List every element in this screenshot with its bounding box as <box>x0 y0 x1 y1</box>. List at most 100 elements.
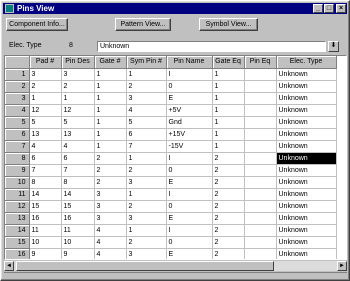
grid-cell[interactable] <box>244 200 277 213</box>
grid-cell[interactable]: I <box>166 152 213 165</box>
grid-cell[interactable]: 10 <box>29 236 62 249</box>
grid-cell[interactable]: 9 <box>29 248 62 259</box>
grid-cell[interactable]: 3 <box>29 68 62 81</box>
row-header[interactable]: 2 <box>5 80 30 93</box>
row-header[interactable]: 10 <box>5 176 30 189</box>
column-header[interactable]: Pin Des <box>61 56 95 69</box>
grid-cell[interactable]: Unknown <box>276 164 337 177</box>
grid-cell[interactable]: 2 <box>61 80 95 93</box>
row-header[interactable]: 11 <box>5 188 30 201</box>
grid-cell[interactable]: 4 <box>61 140 95 153</box>
table-row[interactable]: 14 11 11 4 1 I 2 Unknown <box>5 224 337 237</box>
table-row[interactable]: 10 8 8 2 3 E 2 Unknown <box>5 176 337 189</box>
pattern-view-button[interactable]: Pattern View... <box>115 18 171 31</box>
grid-cell[interactable]: 3 <box>126 176 167 189</box>
grid-cell[interactable]: 2 <box>126 80 167 93</box>
table-row[interactable]: 4 12 12 1 4 +5V 1 Unknown <box>5 104 337 117</box>
grid-cell[interactable]: 0 <box>166 236 213 249</box>
close-button[interactable]: × <box>336 4 346 13</box>
grid-cell[interactable]: 4 <box>94 224 127 237</box>
grid-cell[interactable]: 2 <box>94 164 127 177</box>
grid-cell[interactable]: 1 <box>126 188 167 201</box>
table-row[interactable]: 15 10 10 4 2 0 2 Unknown <box>5 236 337 249</box>
grid-cell[interactable]: 12 <box>29 104 62 117</box>
grid-cell[interactable]: 14 <box>61 188 95 201</box>
grid-cell[interactable]: Unknown <box>276 176 337 189</box>
table-row[interactable]: 12 15 15 3 2 0 2 Unknown <box>5 200 337 213</box>
grid-cell[interactable]: 11 <box>61 224 95 237</box>
table-row[interactable]: 2 2 2 1 2 0 1 Unknown <box>5 80 337 93</box>
grid-cell[interactable]: 1 <box>94 80 127 93</box>
grid-cell[interactable]: 2 <box>212 152 245 165</box>
grid-cell[interactable] <box>244 176 277 189</box>
scroll-right-icon[interactable]: ► <box>337 261 347 271</box>
grid-cell[interactable]: 1 <box>212 116 245 129</box>
grid-cell[interactable]: 10 <box>61 236 95 249</box>
grid-cell[interactable]: Unknown <box>276 116 337 129</box>
row-header[interactable]: 8 <box>5 152 30 165</box>
grid-cell[interactable]: Unknown <box>276 248 337 259</box>
grid-cell[interactable]: 16 <box>61 212 95 225</box>
grid-cell[interactable]: 2 <box>94 176 127 189</box>
grid-cell[interactable]: 2 <box>212 176 245 189</box>
table-row[interactable]: 3 1 1 1 3 E 1 Unknown <box>5 92 337 105</box>
grid-cell[interactable]: 15 <box>61 200 95 213</box>
table-row[interactable]: 7 4 4 1 7 -15V 1 Unknown <box>5 140 337 153</box>
table-row[interactable]: 13 16 16 3 3 E 2 Unknown <box>5 212 337 225</box>
grid-cell[interactable]: +5V <box>166 104 213 117</box>
maximize-button[interactable]: □ <box>324 4 334 13</box>
scroll-thumb[interactable] <box>16 261 274 271</box>
grid-cell[interactable]: 2 <box>94 152 127 165</box>
grid-cell[interactable] <box>244 224 277 237</box>
row-header[interactable]: 4 <box>5 104 30 117</box>
table-row[interactable]: 1 3 3 1 1 I 1 Unknown <box>5 68 337 81</box>
grid-cell[interactable]: Gnd <box>166 116 213 129</box>
grid-cell[interactable]: Unknown <box>276 68 337 81</box>
grid-cell[interactable]: Unknown <box>276 188 337 201</box>
grid-cell[interactable]: E <box>166 248 213 259</box>
grid-cell[interactable]: Unknown <box>276 224 337 237</box>
grid-cell[interactable]: 1 <box>94 116 127 129</box>
grid-cell[interactable]: 6 <box>61 152 95 165</box>
row-header[interactable]: 7 <box>5 140 30 153</box>
grid-cell[interactable]: 2 <box>212 200 245 213</box>
grid-cell[interactable]: 1 <box>212 68 245 81</box>
grid-cell[interactable]: Unknown <box>276 104 337 117</box>
row-header[interactable]: 1 <box>5 68 30 81</box>
grid-cell[interactable]: Unknown <box>276 152 337 165</box>
grid-cell[interactable]: Unknown <box>276 80 337 93</box>
grid-cell[interactable]: 7 <box>61 164 95 177</box>
grid-cell[interactable]: Unknown <box>276 128 337 141</box>
grid-cell[interactable]: 15 <box>29 200 62 213</box>
grid-cell[interactable]: 5 <box>126 116 167 129</box>
grid-cell[interactable] <box>244 212 277 225</box>
grid-cell[interactable]: 3 <box>94 212 127 225</box>
column-header[interactable]: Pad # <box>29 56 62 69</box>
grid-cell[interactable]: 2 <box>126 164 167 177</box>
column-header[interactable]: Elec. Type <box>276 56 337 69</box>
row-header[interactable]: 3 <box>5 92 30 105</box>
grid-cell[interactable]: 2 <box>212 212 245 225</box>
grid-cell[interactable]: I <box>166 224 213 237</box>
grid-cell[interactable]: 1 <box>212 140 245 153</box>
grid-cell[interactable]: 1 <box>94 128 127 141</box>
row-header[interactable]: 13 <box>5 212 30 225</box>
grid-cell[interactable]: I <box>166 188 213 201</box>
grid-cell[interactable] <box>244 188 277 201</box>
row-header[interactable]: 14 <box>5 224 30 237</box>
grid-cell[interactable]: 1 <box>212 128 245 141</box>
scroll-left-icon[interactable]: ◄ <box>4 261 14 271</box>
grid-cell[interactable]: 1 <box>94 68 127 81</box>
grid-cell[interactable]: 4 <box>126 104 167 117</box>
grid-cell[interactable] <box>244 68 277 81</box>
table-row[interactable]: 8 6 6 2 1 I 2 Unknown <box>5 152 337 165</box>
grid-cell[interactable]: 9 <box>61 248 95 259</box>
grid-cell[interactable]: 3 <box>94 188 127 201</box>
symbol-view-button[interactable]: Symbol View... <box>199 18 258 31</box>
grid-cell[interactable]: 1 <box>126 224 167 237</box>
grid-cell[interactable] <box>244 116 277 129</box>
grid-cell[interactable]: 13 <box>61 128 95 141</box>
grid-cell[interactable]: 2 <box>29 80 62 93</box>
grid-cell[interactable]: 2 <box>212 164 245 177</box>
title-bar[interactable]: Pins View _ □ × <box>3 3 347 14</box>
